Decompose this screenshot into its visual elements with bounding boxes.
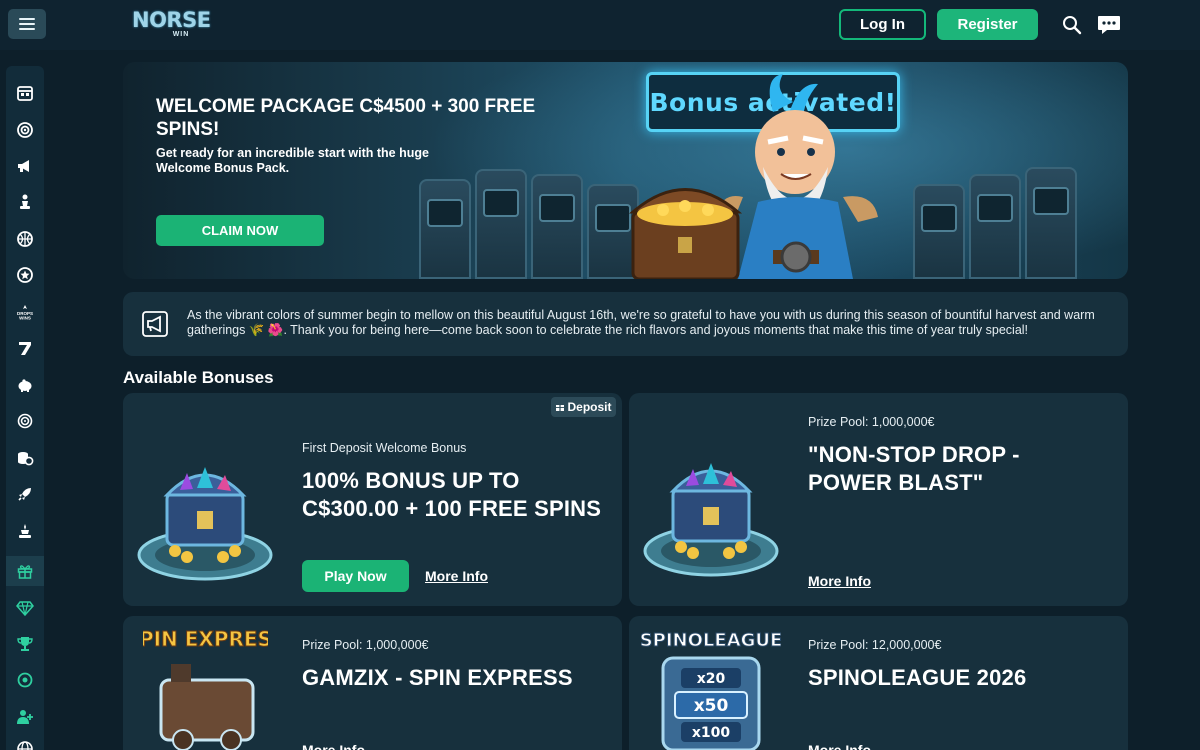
gift-icon <box>556 403 565 411</box>
bonus-card: Prize Pool: 1,000,000€ "NON-STOP DROP - … <box>629 393 1128 606</box>
radio-target-icon <box>17 413 33 429</box>
slot-machine-image <box>1025 167 1077 279</box>
sidebar-item-sports[interactable] <box>6 224 44 254</box>
multiplier-label: x100 <box>692 725 731 741</box>
sidebar-item-promotions[interactable] <box>6 151 44 181</box>
sidebar-item-featured[interactable] <box>6 260 44 290</box>
play-now-button[interactable]: Play Now <box>302 560 409 592</box>
sidebar-item-crash[interactable] <box>6 479 44 509</box>
more-info-link[interactable]: More Info <box>808 742 871 750</box>
more-info-link[interactable]: More Info <box>302 742 365 750</box>
sidebar-item-drops-wins[interactable]: DROPS WINS <box>6 297 44 327</box>
sidebar-item-table-games[interactable] <box>6 187 44 217</box>
sidebar-item-refer-friend[interactable] <box>6 702 44 732</box>
sidebar-item-slots[interactable] <box>6 333 44 363</box>
sidebar-item-target[interactable] <box>6 115 44 145</box>
banner-title: WELCOME PACKAGE C$4500 + 300 FREE SPINS! <box>156 96 536 140</box>
prize-pool-text: Prize Pool: 12,000,000€ <box>808 638 942 652</box>
bonus-subtitle: First Deposit Welcome Bonus <box>302 441 467 455</box>
viking-mascot-illustration <box>628 74 878 279</box>
hamburger-menu-button[interactable] <box>8 9 46 39</box>
logo-sub-text: WIN <box>172 31 190 38</box>
top-header: NORSE WIN Log In Register <box>0 0 1200 50</box>
sidebar-item-jackpots[interactable] <box>6 443 44 473</box>
bonus-title: GAMZIX - SPIN EXPRESS <box>302 665 573 690</box>
slot-machine-image <box>419 179 471 279</box>
gift-icon <box>17 565 33 579</box>
claim-now-button[interactable]: CLAIM NOW <box>156 215 324 246</box>
banner-subtitle: Get ready for an incredible start with t… <box>156 146 429 175</box>
sidebar-item-tournaments[interactable] <box>6 516 44 546</box>
sidebar-item-missions[interactable] <box>6 665 44 695</box>
bonus-card: Deposit First Deposit Welcome Bonus 100%… <box>123 393 622 606</box>
announcement-bar: As the vibrant colors of summer begin to… <box>123 292 1128 356</box>
sidebar-item-live[interactable] <box>6 406 44 436</box>
calendar-icon <box>17 86 33 101</box>
spinoleague-image: SPINOLEAGUE x20 x50 x100 <box>641 630 781 750</box>
sidebar-item-language[interactable] <box>6 734 44 750</box>
rocket-icon <box>18 488 31 501</box>
chat-icon[interactable] <box>1096 13 1122 37</box>
bonus-card: SPIN EXPRESS Prize Pool: 1,000,000€ GAMZ… <box>123 616 622 750</box>
more-info-link[interactable]: More Info <box>425 568 488 584</box>
prize-pool-text: Prize Pool: 1,000,000€ <box>808 415 935 429</box>
sidebar-item-vip[interactable] <box>6 593 44 623</box>
available-bonuses-heading: Available Bonuses <box>123 368 274 387</box>
drops-wins-icon: DROPSWINS <box>17 305 33 321</box>
user-plus-icon <box>17 710 33 724</box>
basketball-icon <box>17 231 33 247</box>
sidebar-item-calendar[interactable] <box>6 78 44 108</box>
multiplier-label: x20 <box>697 671 726 687</box>
site-logo[interactable]: NORSE WIN <box>132 8 211 39</box>
bonus-card: SPINOLEAGUE x20 x50 x100 Prize Pool: 12,… <box>629 616 1128 750</box>
piggy-bank-icon <box>18 379 32 392</box>
login-button[interactable]: Log In <box>839 9 926 40</box>
spin-express-logo-text: SPIN EXPRESS <box>143 627 268 651</box>
target-icon <box>17 122 33 138</box>
trophy-icon <box>17 637 33 651</box>
left-sidebar: DROPS WINS <box>6 66 44 750</box>
deposit-badge: Deposit <box>551 397 616 417</box>
svg-text:WINS: WINS <box>19 316 31 321</box>
coins-icon <box>18 452 34 466</box>
announcement-text: As the vibrant colors of summer begin to… <box>187 308 1095 337</box>
logo-main-text: NORSE <box>132 8 211 32</box>
slot-machine-image <box>531 174 583 279</box>
spin-express-image: SPIN EXPRESS <box>143 627 268 750</box>
sidebar-item-bonuses[interactable] <box>6 556 44 586</box>
bonus-title: SPINOLEAGUE 2026 <box>808 665 1027 690</box>
trophy-cup-icon <box>19 524 31 538</box>
register-button[interactable]: Register <box>937 9 1038 40</box>
sidebar-item-leaderboard[interactable] <box>6 629 44 659</box>
sidebar-item-savings[interactable] <box>6 370 44 400</box>
megaphone-icon <box>142 311 168 337</box>
megaphone-icon <box>18 160 29 172</box>
diamond-icon <box>16 601 34 617</box>
globe-icon <box>17 741 33 750</box>
multiplier-label: x50 <box>694 696 729 716</box>
slot-machine-image <box>969 174 1021 279</box>
search-icon[interactable] <box>1061 14 1083 36</box>
crosshair-icon <box>17 672 33 688</box>
welcome-banner[interactable]: Bonus activated! WELCOME PACKAGE C$4500 … <box>123 62 1128 279</box>
bonus-title: "NON-STOP DROP - POWER BLAST" <box>808 442 1020 495</box>
seven-icon <box>19 342 31 355</box>
treasure-chest-image <box>643 463 779 577</box>
prize-pool-text: Prize Pool: 1,000,000€ <box>302 638 429 652</box>
treasure-chest-image <box>137 467 273 581</box>
spinoleague-logo-text: SPINOLEAGUE <box>641 630 781 651</box>
slot-machine-image <box>913 184 965 279</box>
star-badge-icon <box>17 267 33 283</box>
deposit-badge-label: Deposit <box>567 400 612 414</box>
more-info-link[interactable]: More Info <box>808 573 871 589</box>
slot-machine-image <box>475 169 527 279</box>
chess-piece-icon <box>20 194 30 209</box>
bonus-title: 100% BONUS UP TO C$300.00 + 100 FREE SPI… <box>302 468 602 521</box>
